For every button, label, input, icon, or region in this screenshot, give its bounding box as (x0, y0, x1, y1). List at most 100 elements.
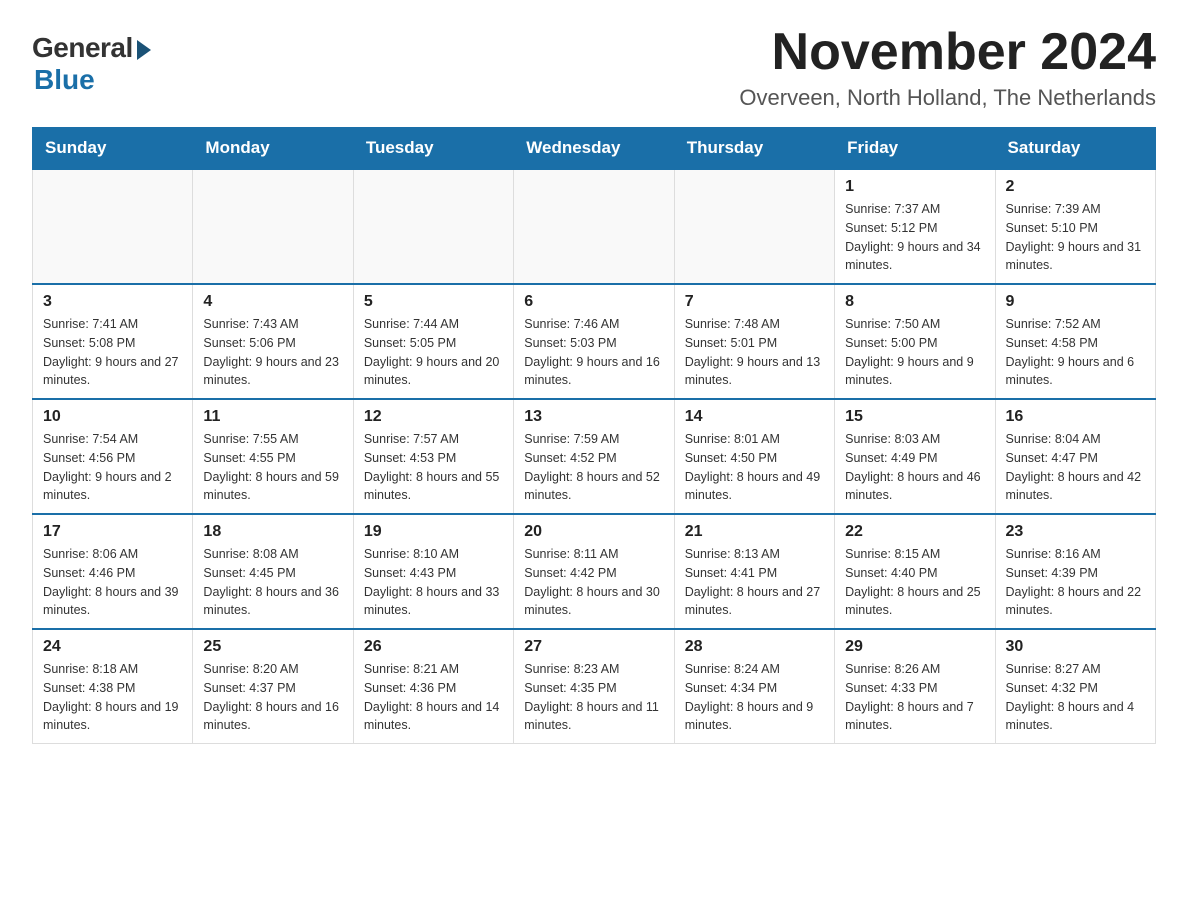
logo-general-text: General (32, 32, 133, 64)
calendar-cell: 6Sunrise: 7:46 AM Sunset: 5:03 PM Daylig… (514, 284, 674, 399)
day-info: Sunrise: 7:59 AM Sunset: 4:52 PM Dayligh… (524, 430, 663, 505)
day-info: Sunrise: 8:26 AM Sunset: 4:33 PM Dayligh… (845, 660, 984, 735)
calendar-cell: 20 Sunrise: 8:11 AM Sunset: 4:42 PM Dayli… (514, 514, 674, 629)
logo: General Blue (32, 32, 151, 96)
calendar-cell (193, 169, 353, 284)
day-number: 12 (364, 408, 503, 426)
day-number: 20 (524, 523, 663, 541)
calendar-cell: 16 Sunrise: 8:04 AM Sunset: 4:47 PM Dayli… (995, 399, 1155, 514)
calendar-header-tuesday: Tuesday (353, 128, 513, 170)
calendar-cell: 9 Sunrise: 7:52 AM Sunset: 4:58 PM Daylig… (995, 284, 1155, 399)
title-section: November 2024 Overveen, North Holland, T… (739, 24, 1156, 111)
day-number: 13 (524, 408, 663, 426)
day-info: Sunrise: 7:39 AM Sunset: 5:10 PM Dayligh… (1006, 200, 1145, 275)
calendar-cell: 24Sunrise: 8:18 AM Sunset: 4:38 PM Dayli… (33, 629, 193, 744)
calendar-cell: 26 Sunrise: 8:21 AM Sunset: 4:36 PM Dayli… (353, 629, 513, 744)
day-number: 14 (685, 408, 824, 426)
calendar-cell: 2 Sunrise: 7:39 AM Sunset: 5:10 PM Daylig… (995, 169, 1155, 284)
day-number: 21 (685, 523, 824, 541)
calendar-cell: 15Sunrise: 8:03 AM Sunset: 4:49 PM Dayli… (835, 399, 995, 514)
calendar-cell: 11 Sunrise: 7:55 AM Sunset: 4:55 PM Dayli… (193, 399, 353, 514)
day-info: Sunrise: 8:24 AM Sunset: 4:34 PM Dayligh… (685, 660, 824, 735)
calendar-header-thursday: Thursday (674, 128, 834, 170)
calendar-cell: 7 Sunrise: 7:48 AM Sunset: 5:01 PM Daylig… (674, 284, 834, 399)
day-info: Sunrise: 8:18 AM Sunset: 4:38 PM Dayligh… (43, 660, 182, 735)
day-number: 22 (845, 523, 984, 541)
page-header: General Blue November 2024 Overveen, Nor… (32, 24, 1156, 111)
day-number: 18 (203, 523, 342, 541)
calendar-cell: 27 Sunrise: 8:23 AM Sunset: 4:35 PM Dayli… (514, 629, 674, 744)
day-number: 11 (203, 408, 342, 426)
day-info: Sunrise: 7:46 AM Sunset: 5:03 PM Dayligh… (524, 315, 663, 390)
calendar-cell: 3 Sunrise: 7:41 AM Sunset: 5:08 PM Daylig… (33, 284, 193, 399)
day-number: 4 (203, 293, 342, 311)
day-number: 9 (1006, 293, 1145, 311)
day-info: Sunrise: 8:11 AM Sunset: 4:42 PM Dayligh… (524, 545, 663, 620)
calendar-cell: 19Sunrise: 8:10 AM Sunset: 4:43 PM Dayli… (353, 514, 513, 629)
day-number: 30 (1006, 638, 1145, 656)
day-info: Sunrise: 7:54 AM Sunset: 4:56 PM Dayligh… (43, 430, 182, 505)
calendar-cell: 18 Sunrise: 8:08 AM Sunset: 4:45 PM Dayli… (193, 514, 353, 629)
day-info: Sunrise: 8:27 AM Sunset: 4:32 PM Dayligh… (1006, 660, 1145, 735)
day-number: 8 (845, 293, 984, 311)
day-info: Sunrise: 8:04 AM Sunset: 4:47 PM Dayligh… (1006, 430, 1145, 505)
calendar-week-row: 10Sunrise: 7:54 AM Sunset: 4:56 PM Dayli… (33, 399, 1156, 514)
calendar-cell: 10Sunrise: 7:54 AM Sunset: 4:56 PM Dayli… (33, 399, 193, 514)
calendar-header-row: SundayMondayTuesdayWednesdayThursdayFrid… (33, 128, 1156, 170)
calendar-cell: 12 Sunrise: 7:57 AM Sunset: 4:53 PM Dayli… (353, 399, 513, 514)
calendar-cell: 14Sunrise: 8:01 AM Sunset: 4:50 PM Dayli… (674, 399, 834, 514)
calendar-cell (353, 169, 513, 284)
logo-blue-text: Blue (34, 64, 95, 96)
day-number: 16 (1006, 408, 1145, 426)
calendar-cell: 30 Sunrise: 8:27 AM Sunset: 4:32 PM Dayli… (995, 629, 1155, 744)
day-info: Sunrise: 8:16 AM Sunset: 4:39 PM Dayligh… (1006, 545, 1145, 620)
day-info: Sunrise: 8:15 AM Sunset: 4:40 PM Dayligh… (845, 545, 984, 620)
calendar-week-row: 17 Sunrise: 8:06 AM Sunset: 4:46 PM Dayli… (33, 514, 1156, 629)
day-number: 3 (43, 293, 182, 311)
day-number: 23 (1006, 523, 1145, 541)
day-info: Sunrise: 7:57 AM Sunset: 4:53 PM Dayligh… (364, 430, 503, 505)
calendar-header-sunday: Sunday (33, 128, 193, 170)
day-info: Sunrise: 8:08 AM Sunset: 4:45 PM Dayligh… (203, 545, 342, 620)
day-number: 7 (685, 293, 824, 311)
day-number: 5 (364, 293, 503, 311)
calendar-cell (33, 169, 193, 284)
calendar-cell: 28 Sunrise: 8:24 AM Sunset: 4:34 PM Dayli… (674, 629, 834, 744)
day-number: 27 (524, 638, 663, 656)
day-info: Sunrise: 7:55 AM Sunset: 4:55 PM Dayligh… (203, 430, 342, 505)
day-number: 28 (685, 638, 824, 656)
calendar-cell: 21 Sunrise: 8:13 AM Sunset: 4:41 PM Dayli… (674, 514, 834, 629)
day-info: Sunrise: 8:20 AM Sunset: 4:37 PM Dayligh… (203, 660, 342, 735)
day-number: 19 (364, 523, 503, 541)
day-info: Sunrise: 8:21 AM Sunset: 4:36 PM Dayligh… (364, 660, 503, 735)
calendar-cell: 8 Sunrise: 7:50 AM Sunset: 5:00 PM Daylig… (835, 284, 995, 399)
calendar-cell: 29 Sunrise: 8:26 AM Sunset: 4:33 PM Dayli… (835, 629, 995, 744)
calendar-cell: 17 Sunrise: 8:06 AM Sunset: 4:46 PM Dayli… (33, 514, 193, 629)
day-info: Sunrise: 7:48 AM Sunset: 5:01 PM Dayligh… (685, 315, 824, 390)
calendar-table: SundayMondayTuesdayWednesdayThursdayFrid… (32, 127, 1156, 744)
calendar-cell: 4 Sunrise: 7:43 AM Sunset: 5:06 PM Daylig… (193, 284, 353, 399)
calendar-cell (674, 169, 834, 284)
calendar-cell: 22 Sunrise: 8:15 AM Sunset: 4:40 PM Dayli… (835, 514, 995, 629)
day-number: 17 (43, 523, 182, 541)
day-number: 26 (364, 638, 503, 656)
calendar-header-saturday: Saturday (995, 128, 1155, 170)
day-info: Sunrise: 7:52 AM Sunset: 4:58 PM Dayligh… (1006, 315, 1145, 390)
day-info: Sunrise: 7:43 AM Sunset: 5:06 PM Dayligh… (203, 315, 342, 390)
day-info: Sunrise: 8:23 AM Sunset: 4:35 PM Dayligh… (524, 660, 663, 735)
day-info: Sunrise: 7:50 AM Sunset: 5:00 PM Dayligh… (845, 315, 984, 390)
day-number: 2 (1006, 178, 1145, 196)
day-number: 29 (845, 638, 984, 656)
calendar-header-wednesday: Wednesday (514, 128, 674, 170)
day-number: 1 (845, 178, 984, 196)
calendar-week-row: 1Sunrise: 7:37 AM Sunset: 5:12 PM Daylig… (33, 169, 1156, 284)
logo-arrow-icon (137, 40, 151, 60)
day-info: Sunrise: 7:41 AM Sunset: 5:08 PM Dayligh… (43, 315, 182, 390)
location-subtitle: Overveen, North Holland, The Netherlands (739, 85, 1156, 111)
day-info: Sunrise: 8:13 AM Sunset: 4:41 PM Dayligh… (685, 545, 824, 620)
day-info: Sunrise: 8:06 AM Sunset: 4:46 PM Dayligh… (43, 545, 182, 620)
calendar-cell (514, 169, 674, 284)
calendar-cell: 23 Sunrise: 8:16 AM Sunset: 4:39 PM Dayli… (995, 514, 1155, 629)
month-title: November 2024 (739, 24, 1156, 81)
calendar-cell: 13 Sunrise: 7:59 AM Sunset: 4:52 PM Dayli… (514, 399, 674, 514)
